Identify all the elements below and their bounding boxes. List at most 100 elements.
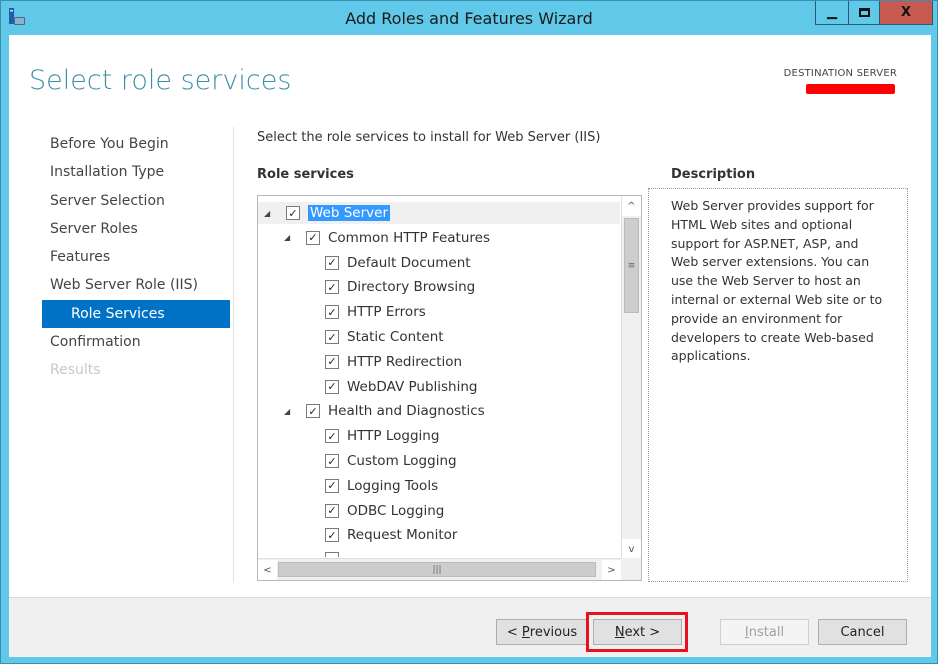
checkbox[interactable]: ✓ <box>325 305 339 320</box>
grip-icon: ||| <box>432 564 442 575</box>
role-services-heading: Role services <box>257 167 354 182</box>
nav-item-role-services[interactable]: Role Services <box>42 299 230 329</box>
next-button-highlight <box>586 612 688 652</box>
nav-item-web-server-role-iis[interactable]: Web Server Role (IIS) <box>9 271 239 299</box>
tree-item[interactable]: ✓ HTTP Redirection <box>325 351 462 373</box>
nav-item-server-roles[interactable]: Server Roles <box>9 215 239 243</box>
description-text: Web Server provides support for HTML Web… <box>671 198 883 364</box>
checkbox[interactable]: ✓ <box>325 528 339 543</box>
tree-item-label: Logging Tools <box>347 477 439 494</box>
tree-item[interactable]: ✓ WebDAV Publishing <box>325 376 478 398</box>
nav-item-results: Results <box>50 362 101 379</box>
horizontal-scroll-thumb[interactable]: ||| <box>278 562 596 577</box>
maximize-icon <box>858 8 870 17</box>
expand-collapse-icon[interactable]: ◢ <box>284 407 294 416</box>
nav-item-server-selection[interactable]: Server Selection <box>9 187 239 215</box>
description-panel: Web Server provides support for HTML Web… <box>648 188 908 582</box>
nav-item-features[interactable]: Features <box>9 243 239 271</box>
description-heading: Description <box>671 167 756 182</box>
tree-item-partial[interactable] <box>325 549 347 558</box>
tree-item-label: ODBC Logging <box>347 502 445 519</box>
checkbox[interactable] <box>325 552 339 558</box>
wizard-window: Add Roles and Features Wizard ▁ X Select… <box>0 0 938 664</box>
page-title: Select role services <box>29 65 292 96</box>
grip-icon: ≡ <box>627 260 636 271</box>
checkbox[interactable]: ✓ <box>325 330 339 344</box>
tree-item[interactable]: ◢ ✓ Web Server <box>258 202 620 224</box>
tree-item[interactable]: ✓ HTTP Errors <box>325 301 426 323</box>
install-rest: nstall <box>748 624 785 640</box>
scroll-right-button[interactable]: > <box>602 560 621 580</box>
window-title: Add Roles and Features Wizard <box>345 9 593 28</box>
nav-item-installation-type[interactable]: Installation Type <box>9 158 239 186</box>
close-button[interactable]: X <box>879 1 933 25</box>
wizard-steps-nav: Before You Begin Installation Type Server … <box>9 130 239 385</box>
destination-server-label: DESTINATION SERVER <box>783 68 897 79</box>
previous-button[interactable]: < Previous <box>496 619 588 645</box>
minimize-icon: ▁ <box>827 5 837 20</box>
previous-prefix: < <box>506 624 522 640</box>
vertical-scrollbar[interactable]: ^ ≡ v <box>621 196 641 559</box>
tree-item-label: Common HTTP Features <box>328 229 490 246</box>
minimize-button[interactable]: ▁ <box>815 1 849 25</box>
instruction-text: Select the role services to install for … <box>257 130 601 145</box>
tree-item-label: Default Document <box>347 254 471 271</box>
chevron-up-icon: ^ <box>627 200 636 212</box>
checkbox[interactable]: ✓ <box>325 454 339 468</box>
previous-rest: revious <box>529 624 578 640</box>
checkbox[interactable]: ✓ <box>325 255 339 270</box>
expand-collapse-icon[interactable]: ◢ <box>264 209 274 218</box>
expand-collapse-icon[interactable]: ◢ <box>284 233 294 242</box>
tree-item[interactable]: ✓ ODBC Logging <box>325 500 444 522</box>
checkbox[interactable]: ✓ <box>325 280 339 295</box>
chevron-right-icon: > <box>607 564 616 576</box>
close-icon: X <box>900 5 912 20</box>
vertical-scroll-thumb[interactable]: ≡ <box>624 218 639 313</box>
tree-item[interactable]: ✓ Custom Logging <box>325 450 457 472</box>
tree-item[interactable]: ◢ ✓ Health and Diagnostics <box>284 400 485 422</box>
tree-item[interactable]: ✓ Request Monitor <box>325 524 457 546</box>
wizard-footer: < Previous Next > Install Cancel <box>9 597 931 657</box>
wizard-content: Select role services DESTINATION SERVER … <box>9 35 931 657</box>
tree-item[interactable]: ◢ ✓ Common HTTP Features <box>284 227 490 249</box>
scroll-down-button[interactable]: v <box>622 539 641 559</box>
tree-item[interactable]: ✓ HTTP Logging <box>325 425 439 447</box>
tree-item[interactable]: ✓ Logging Tools <box>325 475 438 497</box>
horizontal-scrollbar[interactable]: < ||| > <box>258 558 621 580</box>
nav-item-confirmation[interactable]: Confirmation <box>9 328 239 356</box>
nav-item-before-you-begin[interactable]: Before You Begin <box>9 130 239 158</box>
tree-item[interactable]: ✓ Default Document <box>325 252 471 274</box>
scroll-up-button[interactable]: ^ <box>622 196 641 216</box>
chevron-down-icon: v <box>628 543 635 555</box>
checkbox[interactable]: ✓ <box>286 206 300 220</box>
tree-item-label: Custom Logging <box>347 453 457 469</box>
checkbox[interactable]: ✓ <box>325 379 339 394</box>
tree-item-label: Web Server <box>308 205 390 221</box>
chevron-left-icon: < <box>263 564 272 576</box>
tree-item[interactable]: ✓ Directory Browsing <box>325 276 475 298</box>
title-bar[interactable]: Add Roles and Features Wizard ▁ X <box>1 1 937 35</box>
checkbox[interactable]: ✓ <box>306 230 320 245</box>
scroll-left-button[interactable]: < <box>258 560 277 580</box>
tree-item-label: HTTP Errors <box>347 304 426 321</box>
tree-item[interactable]: ✓ Static Content <box>325 326 444 348</box>
checkbox[interactable]: ✓ <box>325 503 339 518</box>
tree-item-label: Directory Browsing <box>347 279 476 296</box>
nav-divider <box>233 127 234 583</box>
redacted-server-name <box>806 84 895 94</box>
previous-mnemonic: P <box>521 624 530 640</box>
role-services-tree[interactable]: ◢ ✓ Web Server ◢ ✓ Common HTTP Features ✓ Defau… <box>257 195 642 581</box>
cancel-button[interactable]: Cancel <box>818 619 907 645</box>
checkbox[interactable]: ✓ <box>325 478 339 493</box>
maximize-button[interactable] <box>848 1 880 25</box>
tree-item-label: HTTP Logging <box>347 428 440 445</box>
tree-item-label: HTTP Redirection <box>347 353 463 370</box>
install-button[interactable]: Install <box>720 619 809 645</box>
tree-item-label: Request Monitor <box>347 527 458 544</box>
checkbox[interactable]: ✓ <box>325 354 339 369</box>
checkbox[interactable]: ✓ <box>306 404 320 419</box>
checkbox[interactable]: ✓ <box>325 429 339 444</box>
scrollbar-corner <box>621 558 641 580</box>
tree-item-label: Static Content <box>347 329 444 345</box>
tree-item-label: Health and Diagnostics <box>328 403 485 420</box>
